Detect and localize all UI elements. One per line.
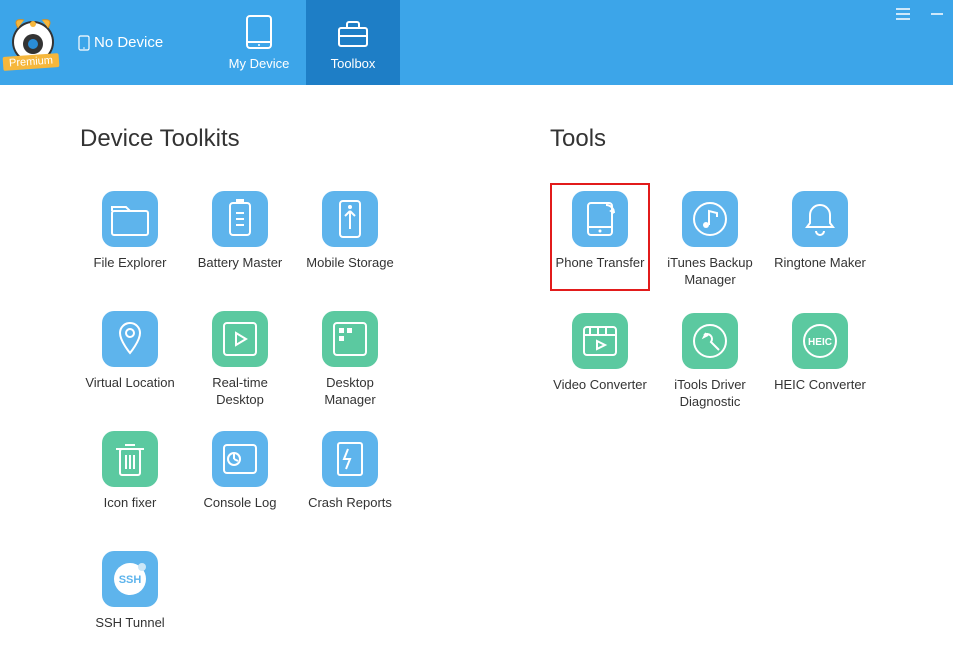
tab-my-device[interactable]: My Device: [212, 0, 306, 85]
tool-itools-driver-diagnostic[interactable]: iTools Driver Diagnostic: [660, 305, 760, 411]
device-status: No Device: [78, 34, 163, 51]
tool-file-explorer[interactable]: File Explorer: [80, 183, 180, 289]
premium-badge: Premium: [3, 53, 60, 71]
tab-toolbox[interactable]: Toolbox: [306, 0, 400, 85]
tool-icon-fixer[interactable]: Icon fixer: [80, 423, 180, 529]
tab-my-device-label: My Device: [229, 56, 290, 71]
tab-toolbox-label: Toolbox: [331, 56, 376, 71]
wrench-icon: [682, 313, 738, 369]
tool-virtual-location[interactable]: Virtual Location: [80, 303, 180, 409]
tool-crash-reports[interactable]: Crash Reports: [300, 423, 400, 529]
tool-itunes-backup-manager[interactable]: iTunes Backup Manager: [660, 183, 760, 291]
video-icon: [572, 313, 628, 369]
tool-label: iTools Driver Diagnostic: [660, 377, 760, 411]
device-toolkits-section: Device Toolkits File Explorer Battery Mas…: [80, 125, 500, 649]
tool-label: Crash Reports: [308, 495, 392, 529]
tool-label: Real-time Desktop: [190, 375, 290, 409]
device-toolkits-grid: File Explorer Battery Master Mobile Storag…: [80, 183, 500, 649]
tool-label: Video Converter: [553, 377, 647, 411]
logo-area: Premium No Device: [0, 0, 212, 85]
tool-heic-converter[interactable]: HEIC Converter: [770, 305, 870, 411]
tools-section: Tools Phone Transfer iTunes Backup Manage…: [500, 125, 903, 649]
tools-grid: Phone Transfer iTunes Backup Manager Ringt…: [550, 183, 903, 411]
tool-label: SSH Tunnel: [95, 615, 164, 649]
bell-icon: [792, 191, 848, 247]
tool-ssh-tunnel[interactable]: SSH Tunnel: [80, 543, 180, 649]
toolbox-icon: [335, 14, 371, 50]
crash-icon: [322, 431, 378, 487]
grid-icon: [322, 311, 378, 367]
tool-label: Battery Master: [198, 255, 283, 289]
tool-label: Mobile Storage: [306, 255, 393, 289]
tool-real-time-desktop[interactable]: Real-time Desktop: [190, 303, 290, 409]
hamburger-icon: [895, 7, 911, 21]
window-controls: [895, 6, 945, 22]
usb-icon: [322, 191, 378, 247]
minimize-button[interactable]: [929, 6, 945, 22]
battery-icon: [212, 191, 268, 247]
tool-label: Console Log: [204, 495, 277, 529]
music-icon: [682, 191, 738, 247]
tool-label: Phone Transfer: [556, 255, 645, 289]
heic-icon: [792, 313, 848, 369]
trash-icon: [102, 431, 158, 487]
tool-label: Virtual Location: [85, 375, 174, 409]
tool-label: HEIC Converter: [774, 377, 866, 411]
minimize-icon: [930, 7, 944, 21]
ssh-icon: [102, 551, 158, 607]
tool-label: iTunes Backup Manager: [660, 255, 760, 289]
tablet-icon: [241, 14, 277, 50]
tool-console-log[interactable]: Console Log: [190, 423, 290, 529]
header: Premium No Device My Device Toolbox: [0, 0, 953, 85]
tool-label: File Explorer: [94, 255, 167, 289]
tool-desktop-manager[interactable]: Desktop Manager: [300, 303, 400, 409]
folder-icon: [102, 191, 158, 247]
tool-label: Icon fixer: [104, 495, 157, 529]
pin-icon: [102, 311, 158, 367]
tool-label: Desktop Manager: [300, 375, 400, 409]
tool-video-converter[interactable]: Video Converter: [550, 305, 650, 411]
tools-title: Tools: [550, 125, 903, 153]
device-status-label: No Device: [94, 34, 163, 51]
transfer-icon: [572, 191, 628, 247]
tool-ringtone-maker[interactable]: Ringtone Maker: [770, 183, 870, 291]
play-icon: [212, 311, 268, 367]
tool-mobile-storage[interactable]: Mobile Storage: [300, 183, 400, 289]
content: Device Toolkits File Explorer Battery Mas…: [0, 85, 953, 649]
device-icon: [78, 35, 90, 51]
tool-battery-master[interactable]: Battery Master: [190, 183, 290, 289]
device-toolkits-title: Device Toolkits: [80, 125, 500, 153]
tool-phone-transfer[interactable]: Phone Transfer: [550, 183, 650, 291]
menu-button[interactable]: [895, 6, 911, 22]
tool-label: Ringtone Maker: [774, 255, 866, 289]
console-icon: [212, 431, 268, 487]
